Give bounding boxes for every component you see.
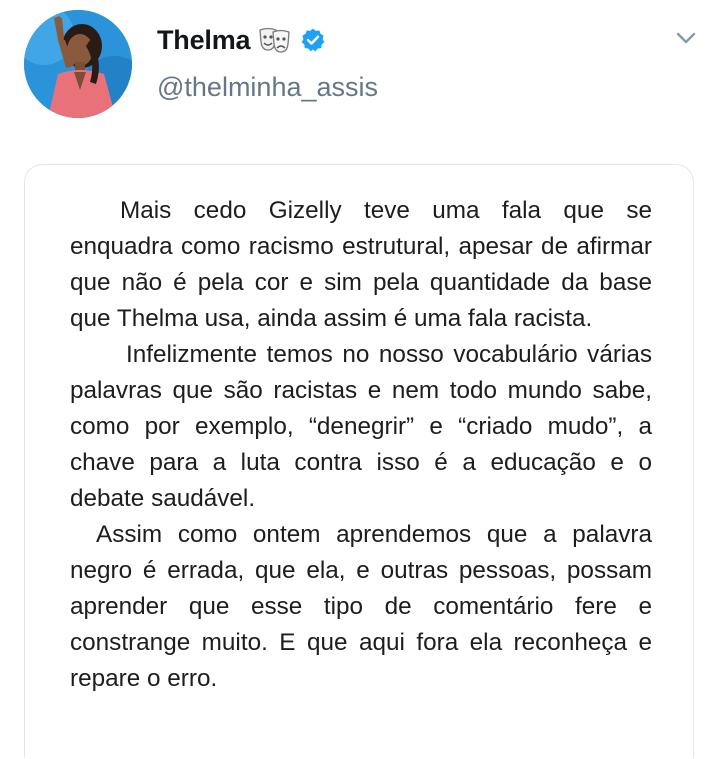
display-name[interactable]: Thelma <box>157 25 251 56</box>
avatar[interactable] <box>24 10 132 118</box>
verified-badge-icon <box>300 27 326 53</box>
document-text: Mais cedo Gizelly teve uma fala que se e… <box>70 193 652 697</box>
user-handle[interactable]: @thelminha_assis <box>157 72 378 103</box>
paragraph: Mais cedo Gizelly teve uma fala que se e… <box>70 197 652 332</box>
performing-arts-icon <box>258 26 292 54</box>
chevron-down-icon[interactable] <box>672 24 700 52</box>
name-row: Thelma <box>157 22 326 58</box>
attached-image[interactable]: Mais cedo Gizelly teve uma fala que se e… <box>24 164 694 758</box>
paragraph: Assim como ontem aprendemos que a palavr… <box>70 521 652 692</box>
tweet-header: Thelma @thelminha_assis <box>0 0 708 130</box>
avatar-photo <box>24 10 132 118</box>
paragraph: Infelizmente temos no nosso vocabulário … <box>70 341 652 512</box>
